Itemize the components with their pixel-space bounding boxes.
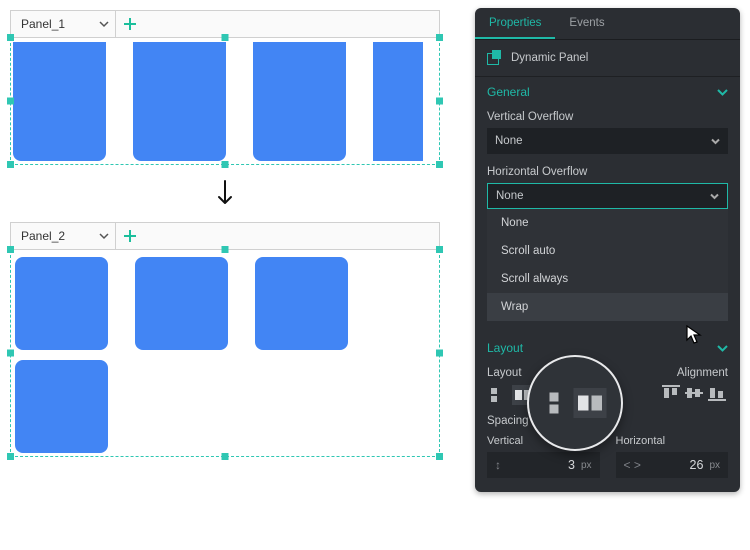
spacing-horizontal-label: Horizontal [616, 435, 729, 447]
field-label: Vertical Overflow [487, 111, 728, 123]
panel-header: Panel_2 [10, 222, 440, 250]
field-label: Horizontal Overflow [487, 166, 728, 178]
spacing-vertical-input[interactable]: ↕ 3 px [487, 452, 600, 478]
shape-rect[interactable] [373, 42, 423, 161]
zoom-highlight [527, 355, 623, 451]
layout-vertical-button-zoom [544, 388, 577, 418]
panel-body[interactable] [10, 38, 440, 165]
panel-tabs: Properties Events [475, 8, 740, 40]
shape-rect[interactable] [253, 42, 346, 161]
overflow-option-none[interactable]: None [487, 209, 728, 237]
add-panel-state-button[interactable] [116, 229, 144, 243]
canvas-area: Panel_1 Panel_2 [10, 10, 440, 457]
spacing-unit: px [581, 460, 592, 471]
panel-state-select[interactable]: Panel_1 [11, 11, 116, 37]
tab-events[interactable]: Events [555, 8, 618, 39]
element-title: Dynamic Panel [511, 52, 588, 64]
spacing-horizontal-value: 26 [690, 458, 704, 472]
overflow-dropdown: None Scroll auto Scroll always Wrap [487, 209, 728, 321]
panel-2: Panel_2 [10, 222, 440, 457]
field-vertical-overflow: Vertical Overflow None [475, 107, 740, 166]
horizontal-overflow-select[interactable]: None [487, 183, 728, 209]
element-title-row: Dynamic Panel [475, 40, 740, 77]
overflow-option-scroll-always[interactable]: Scroll always [487, 265, 728, 293]
vertical-overflow-select[interactable]: None [487, 128, 728, 154]
align-middle-button[interactable] [685, 385, 705, 403]
panel-header: Panel_1 [10, 10, 440, 38]
vertical-arrows-icon: ↕ [495, 458, 501, 472]
horizontal-arrows-icon: < > [624, 458, 641, 472]
section-general[interactable]: General [475, 77, 740, 107]
spacing-row: Vertical ↕ 3 px Horizontal < > 26 px [475, 431, 740, 492]
panel-body[interactable] [10, 250, 440, 457]
layout-horizontal-button-zoom [574, 388, 607, 418]
dynamic-panel-icon [487, 50, 503, 66]
shape-rect[interactable] [13, 42, 106, 161]
layout-vertical-button[interactable] [487, 385, 509, 405]
alignment-icons [623, 385, 729, 403]
shape-rect[interactable] [135, 257, 228, 350]
spacing-vertical-value: 3 [568, 458, 575, 472]
alignment-legend: Alignment [623, 367, 729, 379]
arrow-down-icon [10, 179, 440, 210]
panel-state-name: Panel_1 [21, 17, 99, 31]
panel-state-select[interactable]: Panel_2 [11, 223, 116, 249]
spacing-horizontal-input[interactable]: < > 26 px [616, 452, 729, 478]
shape-rect[interactable] [255, 257, 348, 350]
shape-rect[interactable] [15, 257, 108, 350]
spacing-horizontal: Horizontal < > 26 px [616, 435, 729, 478]
panel-state-name: Panel_2 [21, 229, 99, 243]
panel-1: Panel_1 [10, 10, 440, 165]
alignment-column: Alignment [623, 367, 729, 405]
mouse-cursor-icon [686, 325, 702, 345]
field-horizontal-overflow: Horizontal Overflow None None Scroll aut… [475, 166, 740, 333]
tab-properties[interactable]: Properties [475, 8, 555, 39]
shape-rect[interactable] [133, 42, 226, 161]
overflow-option-wrap[interactable]: Wrap [487, 293, 728, 321]
align-top-button[interactable] [662, 385, 682, 403]
align-bottom-button[interactable] [708, 385, 728, 403]
spacing-unit: px [709, 460, 720, 471]
add-panel-state-button[interactable] [116, 17, 144, 31]
overflow-option-scroll-auto[interactable]: Scroll auto [487, 237, 728, 265]
shape-rect[interactable] [15, 360, 108, 453]
